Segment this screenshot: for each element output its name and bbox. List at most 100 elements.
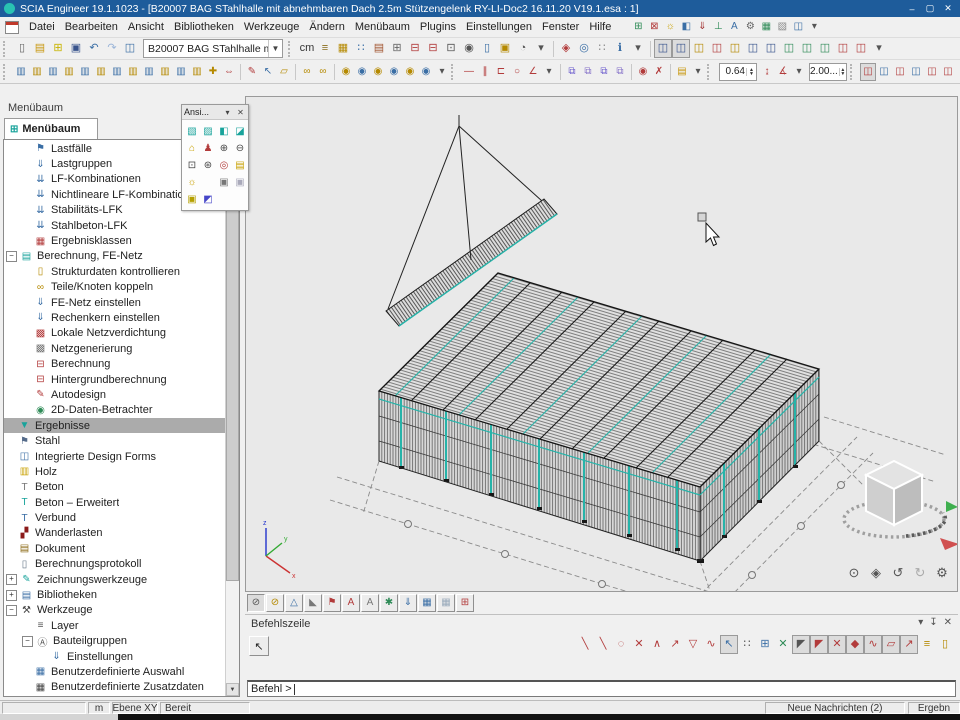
result-display-icon-7[interactable]: ◫ <box>956 63 960 81</box>
result-display-icon-2[interactable]: ◫ <box>876 63 892 81</box>
expander-icon[interactable] <box>22 221 31 230</box>
mesh-icon[interactable]: ⊞ <box>388 39 406 58</box>
label-edit-icon[interactable]: A <box>361 594 379 612</box>
load-case-display-icon-11[interactable]: ◫ <box>834 39 852 58</box>
status-unit-cell[interactable]: m <box>88 702 110 714</box>
menu-aendern[interactable]: Ändern <box>304 19 349 35</box>
properties-icon[interactable]: ✎ <box>244 63 260 81</box>
clipping-2-icon[interactable]: ⊘ <box>266 594 284 612</box>
overflow-icon[interactable]: ▾ <box>690 63 706 81</box>
expander-icon[interactable] <box>6 421 15 430</box>
command-input[interactable]: Befehl > <box>247 680 956 697</box>
result-display-icon-3[interactable]: ◫ <box>892 63 908 81</box>
point-grid-icon[interactable]: ∷ <box>352 39 370 58</box>
cursor-mode-button[interactable]: ↖ <box>249 636 269 656</box>
clip-box-icon[interactable]: ▣ <box>184 191 200 207</box>
nav-cube-icon[interactable]: ◈ <box>868 565 884 581</box>
filter-icon-1[interactable]: ◉ <box>338 63 354 81</box>
expander-icon[interactable] <box>22 283 31 292</box>
tree-item-berechnung-fe-netz[interactable]: − ▤ Berechnung, FE-Netz <box>4 249 226 264</box>
copy-icon[interactable]: ▥ <box>45 63 61 81</box>
import-icon[interactable]: ⊞ <box>49 39 67 58</box>
filter-icon-2[interactable]: ◉ <box>354 63 370 81</box>
tree-item-berechnungsprotokoll[interactable]: ▯ Berechnungsprotokoll <box>4 557 226 572</box>
angle-icon[interactable]: ∠ <box>525 63 541 81</box>
tree-item-hintergrundberechnung[interactable]: ⊟ Hintergrundberechnung <box>4 372 226 387</box>
paste-properties-icon[interactable]: ⧉ <box>580 63 596 81</box>
angle-step-icon[interactable]: ∡ <box>775 63 791 81</box>
spinner-arrows-icon[interactable]: ▲▼ <box>746 68 756 76</box>
expander-icon[interactable] <box>22 160 31 169</box>
axonometry-icon[interactable]: ⌂ <box>184 140 200 156</box>
menu-bibliotheken[interactable]: Bibliotheken <box>169 19 239 35</box>
dot-pair-icon-2[interactable]: ∞ <box>315 63 331 81</box>
expander-icon[interactable] <box>38 652 47 661</box>
expander-icon[interactable] <box>22 621 31 630</box>
scale-tool-icon[interactable]: ↨ <box>759 63 775 81</box>
tree-item-benutzerdefinierte-auswahl[interactable]: ▦ Benutzerdefinierte Auswahl <box>4 664 226 679</box>
expander-icon[interactable] <box>22 390 31 399</box>
visibility-crate-icon[interactable]: ▤ <box>232 157 248 173</box>
polygon-icon[interactable]: ▱ <box>276 63 292 81</box>
status-plane-cell[interactable]: Ebene XY <box>112 702 158 714</box>
new-document-icon[interactable]: ▯ <box>13 39 31 58</box>
zoom-out-icon[interactable]: ⊖ <box>232 140 248 156</box>
window-split-icon[interactable]: ◫ <box>790 18 806 36</box>
tree-item-bibliotheken[interactable]: + ▤ Bibliotheken <box>4 587 226 602</box>
light-icon[interactable]: ☼ <box>184 174 200 190</box>
status-results-cell[interactable]: Ergebn <box>908 702 960 714</box>
snap-cross-green-icon[interactable]: ✕ <box>774 635 792 654</box>
view-settings-icon[interactable]: ⚙ <box>742 18 758 36</box>
plane-marker-icon[interactable]: ◣ <box>304 594 322 612</box>
lamp-icon[interactable]: ☼ <box>662 18 678 36</box>
expander-icon[interactable] <box>6 544 15 553</box>
notebook-icon[interactable]: ▤ <box>370 39 388 58</box>
load-case-display-icon-5[interactable]: ◫ <box>726 39 744 58</box>
scrollbar-thumb[interactable] <box>226 153 239 581</box>
snap-x-icon[interactable]: ✕ <box>828 635 846 654</box>
section-view-icon[interactable]: ▧ <box>774 18 790 36</box>
move-icon[interactable]: ▥ <box>29 63 45 81</box>
palette-close-icon[interactable]: ✕ <box>235 108 246 117</box>
tab-menuebaum[interactable]: ⊞ Menübaum <box>4 118 98 139</box>
find-icon[interactable]: ◎ <box>575 39 593 58</box>
palette-menu-icon[interactable]: ▾ <box>222 108 233 117</box>
overflow-icon[interactable]: ▾ <box>791 63 807 81</box>
tree-item-holz[interactable]: ▥ Holz <box>4 464 226 479</box>
expander-icon[interactable] <box>22 683 31 692</box>
expander-icon[interactable]: − <box>6 251 17 262</box>
trim-icon[interactable]: ▥ <box>125 63 141 81</box>
expander-icon[interactable] <box>6 452 15 461</box>
paper-clock-icon[interactable]: ◔ <box>514 39 532 58</box>
undo-icon[interactable]: ↶ <box>85 39 103 58</box>
expander-icon[interactable]: − <box>22 636 33 647</box>
tree-item-beton[interactable]: T Beton <box>4 480 226 495</box>
break-icon[interactable]: ▥ <box>157 63 173 81</box>
expander-icon[interactable] <box>22 237 31 246</box>
load-case-display-icon-8[interactable]: ◫ <box>780 39 798 58</box>
toolbar-grip[interactable] <box>850 64 857 80</box>
menu-menuebaum[interactable]: Menübaum <box>350 19 415 35</box>
solver-icon[interactable]: ⊟ <box>406 39 424 58</box>
menu-hilfe[interactable]: Hilfe <box>584 19 616 35</box>
printer-icon[interactable]: ⊡ <box>442 39 460 58</box>
offset-icon[interactable]: ⊏ <box>493 63 509 81</box>
load-case-display-icon-2[interactable]: ◫ <box>672 39 690 58</box>
snap-tangent-icon[interactable]: ↗ <box>666 635 684 654</box>
divide-icon[interactable]: ▥ <box>189 63 205 81</box>
load-case-display-icon-1[interactable]: ◫ <box>654 39 672 58</box>
label-abc-icon[interactable]: A <box>342 594 360 612</box>
overflow-icon[interactable]: ▾ <box>434 63 450 81</box>
delete-icon[interactable]: ✗ <box>651 63 667 81</box>
menu-ansicht[interactable]: Ansicht <box>123 19 169 35</box>
small-grid-icon[interactable]: ∷ <box>593 39 611 58</box>
menu-werkzeuge[interactable]: Werkzeuge <box>239 19 304 35</box>
expander-icon[interactable] <box>22 344 31 353</box>
expander-icon[interactable] <box>6 467 15 476</box>
scale-icon[interactable]: ▥ <box>93 63 109 81</box>
project-dropdown[interactable]: B20007 BAG STahlhalle m ▼ <box>143 39 283 58</box>
mesh-star-icon[interactable]: ✱ <box>380 594 398 612</box>
photo-2-icon[interactable]: ▣ <box>232 174 248 190</box>
tree-item-lokale-netzverdichtung[interactable]: ▩ Lokale Netzverdichtung <box>4 326 226 341</box>
tree-item-stahlbeton-lfk[interactable]: ⇊ Stahlbeton-LFK <box>4 218 226 233</box>
